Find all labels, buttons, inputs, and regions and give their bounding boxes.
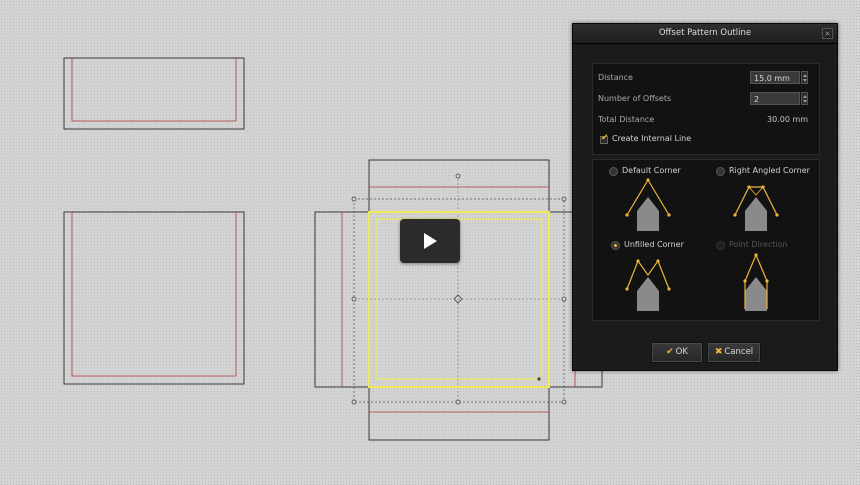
offsets-input[interactable]: 2 [750,92,800,105]
ok-button[interactable]: ✔ OK [651,342,703,363]
right-angled-corner-diagram [733,185,779,231]
dialog-title: Offset Pattern Outline [573,24,837,44]
offsets-stepper[interactable] [801,92,808,105]
check-icon: ✔ [666,347,674,357]
internal-line-checkbox[interactable]: ✔ [600,133,609,144]
distance-label: Distance [598,73,633,82]
distance-input[interactable]: 15.0 mm [750,71,800,84]
point-direction-label: Point Direction [729,240,788,249]
radio-right-angled-corner[interactable] [716,167,725,176]
radio-default-corner[interactable] [609,167,618,176]
default-corner-diagram [625,178,671,231]
unfilled-corner-label: Unfilled Corner [624,240,684,249]
internal-line-label: Create Internal Line [612,134,692,143]
total-distance-label: Total Distance [598,115,655,124]
unfilled-corner-diagram [625,259,671,311]
offset-pattern-dialog: Offset Pattern Outline × Distance 15.0 m… [572,23,838,371]
pattern-piece-offset[interactable] [314,159,603,441]
total-distance-value: 30.00 mm [767,115,809,124]
point-direction-diagram [743,253,769,311]
cancel-button[interactable]: ✖ Cancel [707,342,761,363]
radio-point-direction [716,241,725,250]
check-icon: ✔ [601,133,609,143]
pattern-piece-large[interactable] [63,211,245,385]
radio-unfilled-corner[interactable] [611,241,620,250]
close-icon[interactable]: × [822,28,833,39]
play-icon [424,233,437,249]
right-angled-corner-label: Right Angled Corner [729,166,810,175]
default-corner-label: Default Corner [622,166,681,175]
distance-stepper[interactable] [801,71,808,84]
pattern-piece-small[interactable] [63,57,245,130]
x-icon: ✖ [714,347,723,357]
video-play-button[interactable] [400,219,460,263]
offsets-label: Number of Offsets [598,94,672,103]
